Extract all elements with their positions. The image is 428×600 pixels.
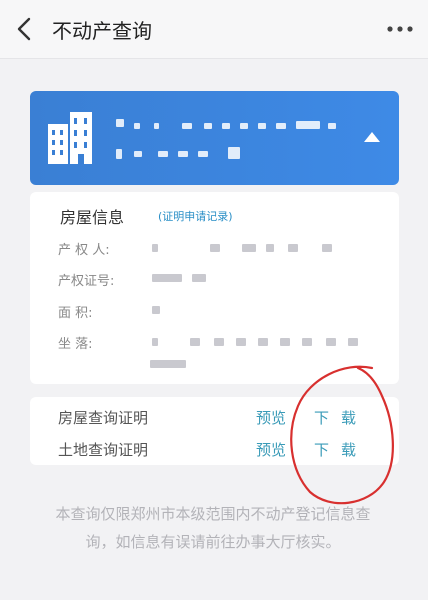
preview-button-house[interactable]: 预览 [256, 407, 286, 428]
section-title: 房屋信息 [60, 208, 125, 227]
property-info-card: 房屋信息 (证明申请记录) 产 权 人: 产权证号: 面 积: 坐 落: [30, 192, 399, 384]
download-button-house[interactable]: 下载 [314, 407, 368, 428]
doc-name-land: 土地查询证明 [58, 441, 149, 459]
documents-card: 房屋查询证明 预览 下载 土地查询证明 预览 下载 [30, 397, 399, 465]
owner-label: 产 权 人: [58, 243, 110, 258]
location-label: 坐 落: [58, 337, 93, 352]
caret-up-icon[interactable] [363, 131, 381, 143]
footer-note: 本查询仅限郑州市本级范围内不动产登记信息查询，如信息有误请前往办事大厅核实。 [55, 505, 371, 551]
doc-name-house: 房屋查询证明 [58, 409, 149, 427]
more-icon[interactable] [386, 24, 414, 34]
area-label: 面 积: [58, 306, 93, 321]
building-icon [48, 112, 92, 164]
page-title: 不动产查询 [52, 19, 152, 43]
download-button-land[interactable]: 下载 [314, 439, 368, 460]
back-icon[interactable] [14, 16, 38, 42]
cert-number-label: 产权证号: [58, 274, 115, 289]
record-link[interactable]: (证明申请记录) [158, 208, 233, 224]
property-banner[interactable] [30, 91, 399, 185]
nav-header: 不动产查询 [0, 0, 428, 59]
preview-button-land[interactable]: 预览 [256, 439, 286, 460]
